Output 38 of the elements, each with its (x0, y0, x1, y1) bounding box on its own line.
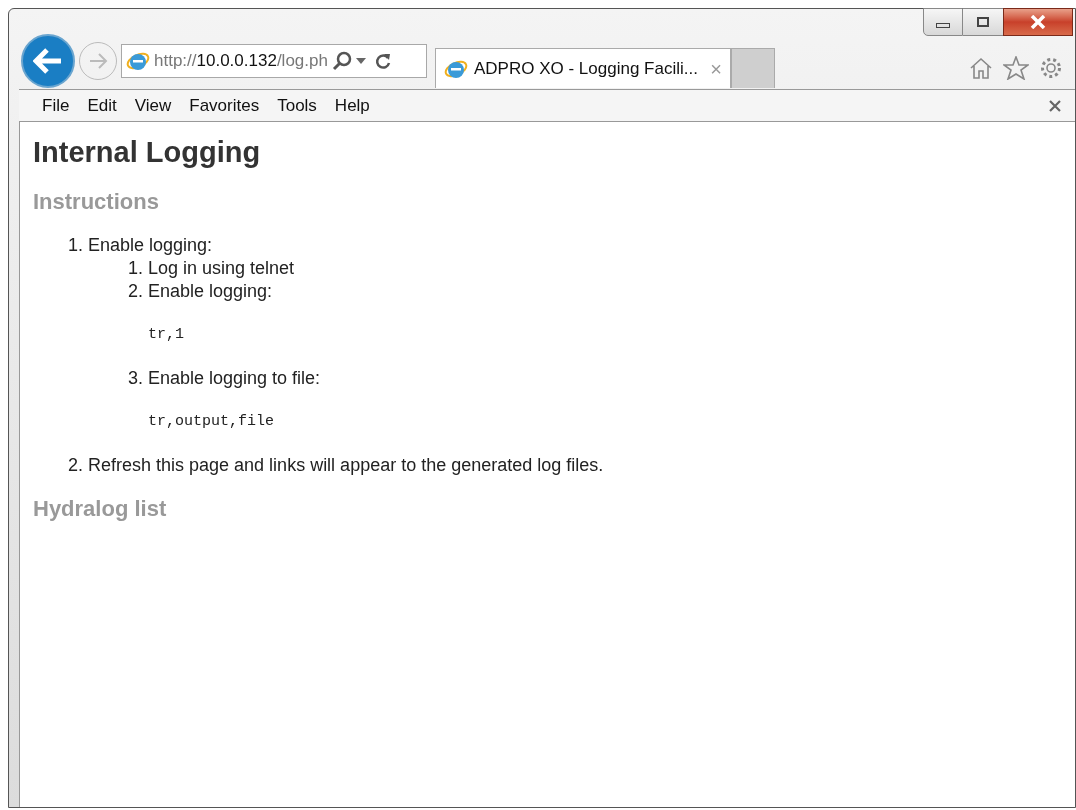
list-number: 1. (127, 257, 144, 280)
code-snippet: tr,1 (148, 325, 185, 345)
minimize-button[interactable] (923, 8, 963, 36)
address-text: http://10.0.0.132/log.ph (154, 50, 328, 73)
close-icon (1030, 15, 1046, 29)
menu-item[interactable]: File (33, 92, 79, 119)
close-icon[interactable] (1049, 99, 1061, 112)
list-item-text: Enable logging: (148, 281, 273, 301)
list-item-text: Enable logging: (88, 235, 213, 255)
list-number: 2. (127, 280, 144, 303)
list-item-text: Refresh this page and links will appear to the generated log files. (88, 455, 604, 475)
menu-item[interactable]: Help (325, 92, 379, 119)
search-icon[interactable] (331, 51, 352, 71)
section-heading: Instructions (33, 188, 160, 216)
dropdown-icon[interactable] (355, 58, 366, 64)
list-number: 2. (67, 454, 84, 477)
list-number: 1. (67, 234, 84, 257)
close-button[interactable] (1003, 8, 1073, 36)
code-snippet: tr,output,file (148, 412, 276, 432)
back-arrow-icon (33, 48, 63, 74)
menu-item[interactable]: Tools (268, 92, 326, 119)
maximize-button[interactable] (963, 8, 1003, 36)
home-icon[interactable] (969, 56, 993, 80)
section-heading: Hydralog list (33, 495, 168, 523)
forward-arrow-icon (88, 52, 108, 70)
menu-item[interactable]: Edit (78, 92, 126, 119)
settings-icon[interactable] (1039, 56, 1063, 80)
list-number: 3. (127, 367, 144, 390)
list-item-text: Enable logging to file: (148, 368, 321, 388)
refresh-icon[interactable] (373, 51, 392, 71)
list-item-text: Log in using telnet (148, 258, 295, 278)
star-icon[interactable] (1003, 56, 1029, 80)
address-bar[interactable]: http://10.0.0.132/log.ph (121, 44, 427, 78)
browser-tab[interactable]: ADPRO XO - Logging Facili... × (435, 48, 731, 88)
back-button[interactable] (21, 34, 75, 88)
menu-item[interactable]: View (125, 92, 181, 119)
page-title: Internal Logging (33, 135, 262, 170)
menu-item[interactable]: Favorites (180, 92, 269, 119)
